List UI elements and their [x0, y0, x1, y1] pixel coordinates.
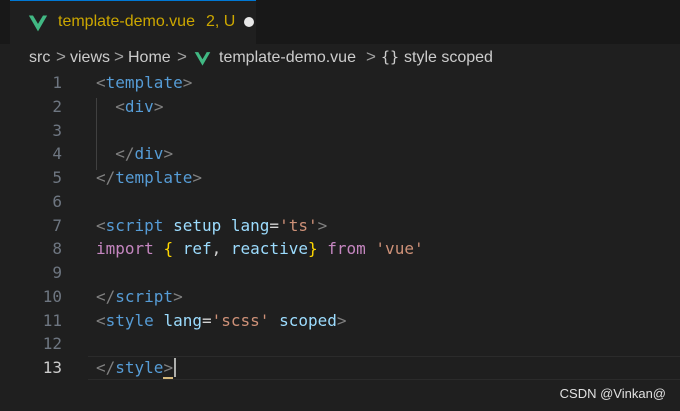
code-line-4: </div> — [115, 144, 174, 163]
current-line-highlight — [88, 356, 680, 380]
vscode-window: template-demo.vue 2, U src > views > Hom… — [0, 0, 680, 411]
chevron-right-icon: > — [114, 47, 124, 66]
vue-logo-icon — [194, 52, 211, 66]
line-number: 8 — [52, 239, 62, 258]
unsaved-dot-icon[interactable] — [244, 17, 254, 27]
code-line-10: </script> — [96, 287, 183, 306]
line-number: 10 — [42, 287, 62, 306]
vue-logo-icon — [28, 15, 48, 32]
text-cursor — [174, 358, 177, 377]
line-number: 7 — [52, 216, 62, 235]
line-number: 3 — [52, 121, 62, 140]
tab-template-demo-vue[interactable]: template-demo.vue 2, U — [10, 0, 256, 44]
code-editor[interactable]: 1 2 3 4 5 6 7 8 9 10 11 12 13 <template>… — [0, 73, 680, 411]
editor-tab-bar: template-demo.vue 2, U — [0, 0, 680, 44]
watermark: CSDN @Vinkan@ — [559, 386, 666, 401]
breadcrumb-item-src[interactable]: src — [29, 49, 50, 67]
symbol-braces-icon: {} — [381, 48, 400, 66]
matched-bracket: > — [163, 358, 174, 379]
code-line-7: <script setup lang='ts'> — [96, 216, 328, 235]
breadcrumb-item-style-scoped[interactable]: style scoped — [404, 49, 493, 67]
line-number: 6 — [52, 192, 62, 211]
line-number: 5 — [52, 168, 62, 187]
line-number: 2 — [52, 97, 62, 116]
code-line-5: </template> — [96, 168, 202, 187]
tab-title: template-demo.vue — [58, 13, 195, 30]
chevron-right-icon: > — [366, 47, 376, 66]
breadcrumb-item-home[interactable]: Home — [128, 49, 171, 67]
line-number: 9 — [52, 263, 62, 282]
code-line-1: <template> — [96, 73, 193, 92]
code-line-11: <style lang='scss' scoped> — [96, 311, 347, 330]
code-line-2: <div> — [115, 97, 164, 116]
chevron-right-icon: > — [56, 47, 66, 66]
line-number: 4 — [52, 144, 62, 163]
code-line-13: </style> — [96, 356, 177, 380]
code-line-8: import { ref, reactive} from 'vue' — [96, 239, 424, 258]
chevron-right-icon: > — [177, 47, 187, 66]
breadcrumb: src > views > Home > template-demo.vue >… — [0, 44, 680, 74]
line-number: 12 — [42, 334, 62, 353]
tab-problem-status: 2, U — [206, 13, 236, 30]
line-number: 11 — [42, 311, 62, 330]
line-number: 1 — [52, 73, 62, 92]
breadcrumb-item-file[interactable]: template-demo.vue — [219, 49, 356, 67]
breadcrumb-item-views[interactable]: views — [70, 49, 110, 67]
line-number-active: 13 — [42, 358, 62, 377]
